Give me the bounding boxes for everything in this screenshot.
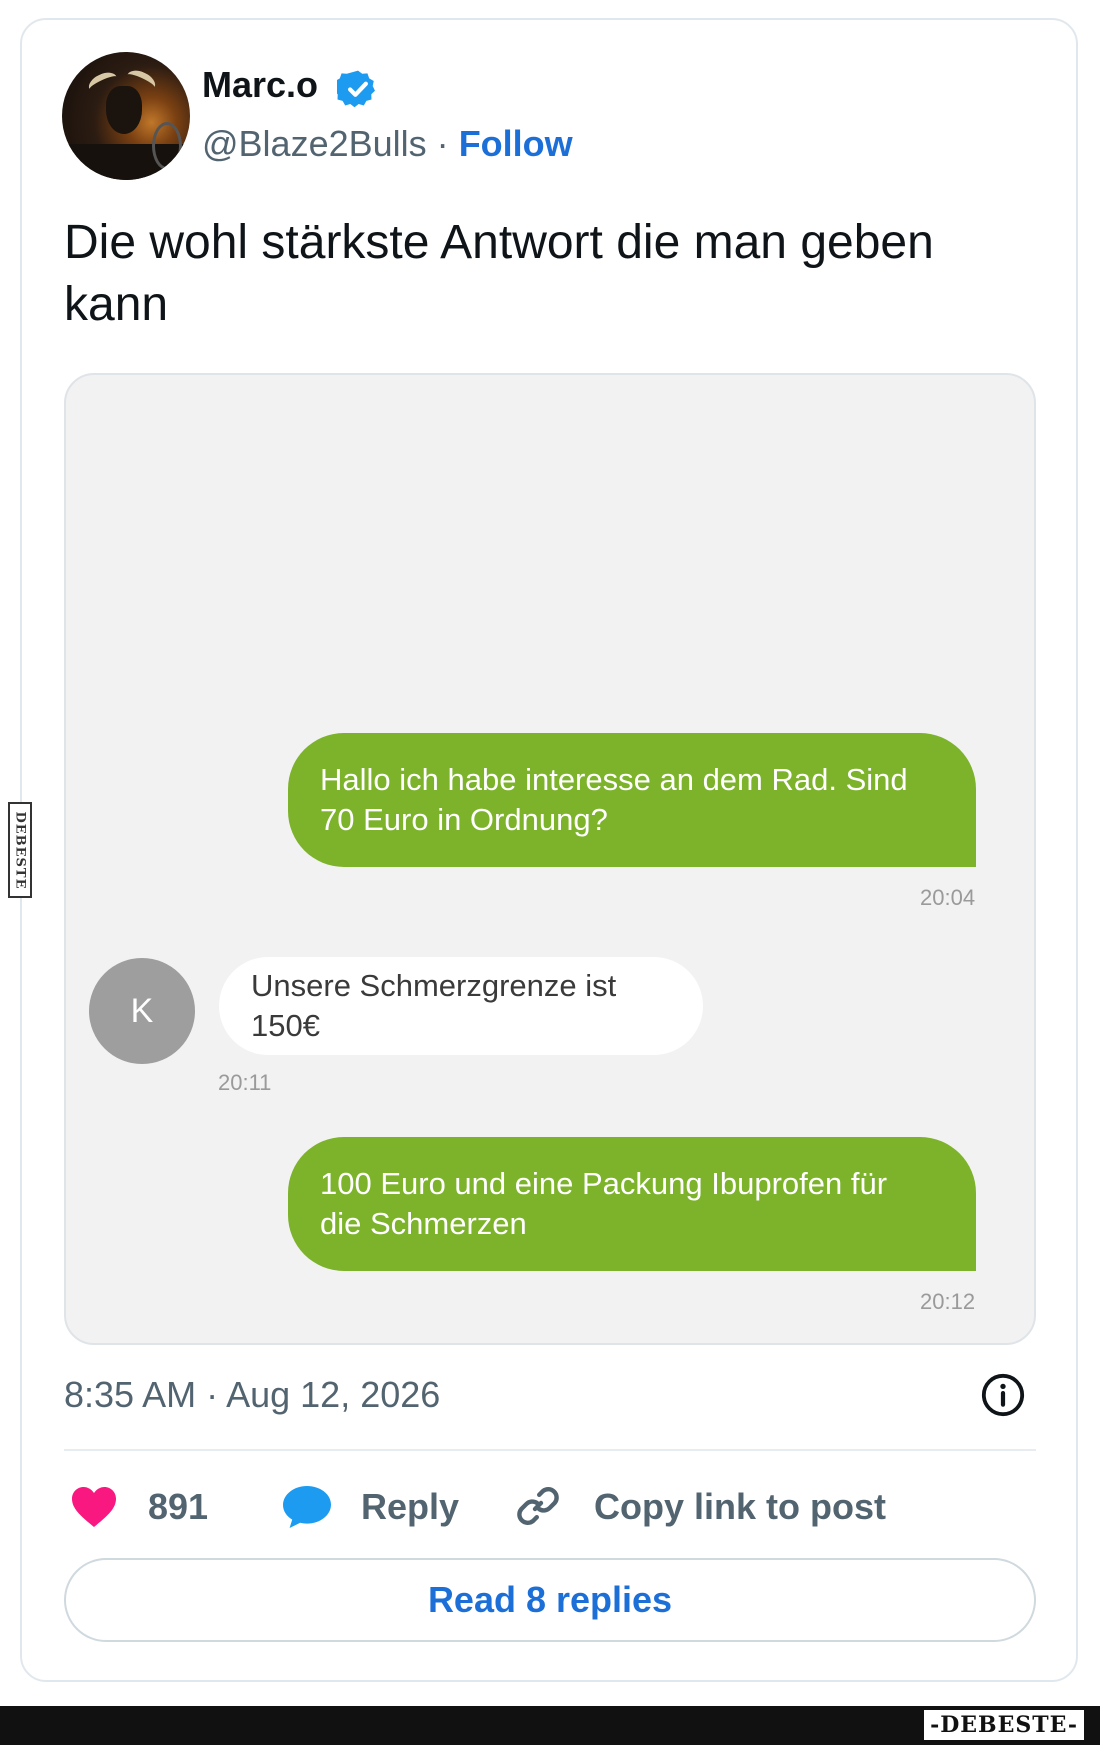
chat-bubble-incoming: Unsere Schmerzgrenze ist 150€ <box>219 957 703 1055</box>
link-icon[interactable] <box>514 1482 562 1530</box>
like-count[interactable]: 891 <box>148 1486 208 1528</box>
read-replies-button[interactable]: Read 8 replies <box>64 1558 1036 1642</box>
author-avatar[interactable] <box>62 52 190 180</box>
side-watermark: DEBESTE <box>8 802 32 898</box>
tweet-media-chat-screenshot[interactable]: Hallo ich habe interesse an dem Rad. Sin… <box>64 373 1036 1345</box>
contact-initial: K <box>130 991 154 1030</box>
tweet-timestamp[interactable]: 8:35 AM · Aug 12, 2026 <box>64 1374 440 1416</box>
chat-message-text: 100 Euro und eine Packung Ibuprofen für … <box>320 1166 888 1241</box>
author-display-name[interactable]: Marc.o <box>202 64 318 106</box>
bottom-watermark: -DEBESTE- <box>922 1708 1086 1742</box>
author-handle[interactable]: @Blaze2Bulls <box>202 123 427 164</box>
divider <box>64 1449 1036 1451</box>
heart-icon[interactable] <box>70 1484 118 1528</box>
side-watermark-text: DEBESTE <box>12 810 28 890</box>
chat-bubble-outgoing: 100 Euro und eine Packung Ibuprofen für … <box>288 1137 976 1271</box>
contact-avatar: K <box>89 958 195 1064</box>
handle-separator: · <box>436 123 449 164</box>
info-icon[interactable] <box>980 1372 1026 1418</box>
chat-message-time: 20:11 <box>218 1070 272 1095</box>
chat-message-time: 20:04 <box>920 885 976 910</box>
chat-message-text: Hallo ich habe interesse an dem Rad. Sin… <box>320 762 908 837</box>
chat-bubble-outgoing: Hallo ich habe interesse an dem Rad. Sin… <box>288 733 976 867</box>
chat-message-text: Unsere Schmerzgrenze ist 150€ <box>251 968 617 1043</box>
reply-bubble-icon[interactable] <box>281 1484 333 1530</box>
copy-link-button[interactable]: Copy link to post <box>594 1486 886 1528</box>
verified-badge-icon <box>337 70 375 108</box>
reply-action: Reply <box>361 1477 459 1537</box>
author-handle-row: @Blaze2Bulls · Follow <box>202 123 573 165</box>
like-count-container: 891 <box>148 1477 208 1537</box>
tweet-text: Die wohl stärkste Antwort die man geben … <box>64 216 934 331</box>
copy-link-action: Copy link to post <box>594 1477 886 1537</box>
chat-message-time: 20:12 <box>920 1289 976 1314</box>
reply-button[interactable]: Reply <box>361 1486 459 1528</box>
follow-button[interactable]: Follow <box>459 123 573 164</box>
